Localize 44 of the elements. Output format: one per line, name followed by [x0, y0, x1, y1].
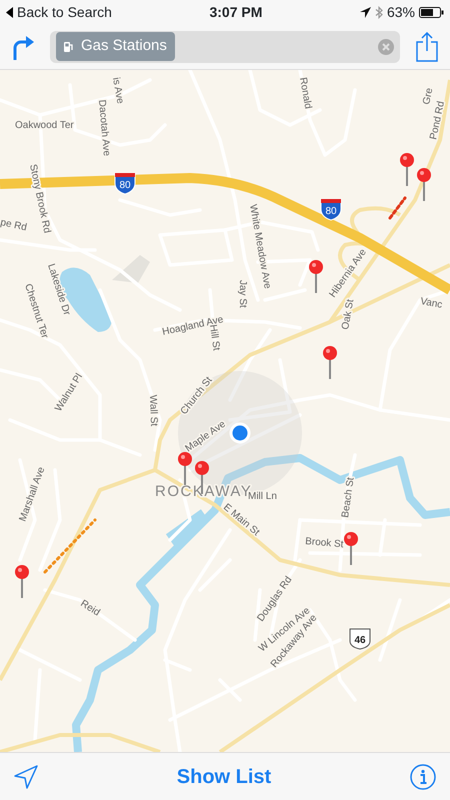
- street-label: Gre: [421, 87, 436, 106]
- location-arrow-icon: [360, 6, 371, 18]
- route-shield: 80: [320, 198, 342, 220]
- park-area: [112, 255, 150, 283]
- back-chevron-icon: [6, 6, 13, 18]
- share-icon[interactable]: [416, 32, 438, 62]
- map-pin[interactable]: [400, 153, 414, 186]
- route-shield: 80: [114, 172, 136, 194]
- street-label: White Meadow Ave: [247, 204, 273, 290]
- status-time: 3:07 PM: [209, 2, 262, 22]
- street-label: Ronald: [297, 76, 314, 110]
- back-label: Back to Search: [17, 2, 112, 22]
- street-label: Oak St: [340, 298, 356, 331]
- street-label: Beach St: [340, 476, 357, 518]
- back-to-search-link[interactable]: Back to Search: [6, 2, 112, 22]
- street-label: pe Rd: [0, 217, 28, 234]
- street-label: Jay St: [237, 280, 248, 308]
- bluetooth-icon: [374, 6, 383, 18]
- street-label: Hill St: [207, 324, 222, 352]
- street-label: Mill Ln: [248, 491, 277, 502]
- directions-icon[interactable]: [12, 34, 34, 60]
- street-label: Stony Brook Rd: [27, 163, 52, 234]
- street-label: is Ave: [110, 76, 126, 105]
- street-label: Oakwood Ter: [15, 120, 74, 131]
- location-arrow-icon[interactable]: [14, 764, 38, 788]
- map-pin[interactable]: [15, 565, 29, 598]
- gas-pump-icon: [64, 41, 73, 52]
- street-label: Reid: [78, 598, 102, 618]
- street-label: Wall St: [147, 394, 160, 426]
- map-pin[interactable]: [417, 168, 431, 201]
- route-shield: 46: [350, 628, 370, 650]
- street-label: Brook St: [304, 536, 344, 550]
- battery-icon: [418, 6, 444, 18]
- current-location-dot: [230, 422, 250, 444]
- street-label: Dacotah Ave: [96, 99, 112, 157]
- map-pin[interactable]: [323, 346, 337, 379]
- battery-percent: 63%: [386, 2, 415, 22]
- search-token[interactable]: Gas Stations: [56, 32, 175, 61]
- map-pin[interactable]: [178, 452, 192, 485]
- map-pin[interactable]: [309, 260, 323, 293]
- map-pin[interactable]: [344, 532, 358, 565]
- info-icon[interactable]: [410, 764, 436, 790]
- search-field[interactable]: Gas Stations: [50, 30, 400, 62]
- street-label: Vanc: [419, 296, 444, 311]
